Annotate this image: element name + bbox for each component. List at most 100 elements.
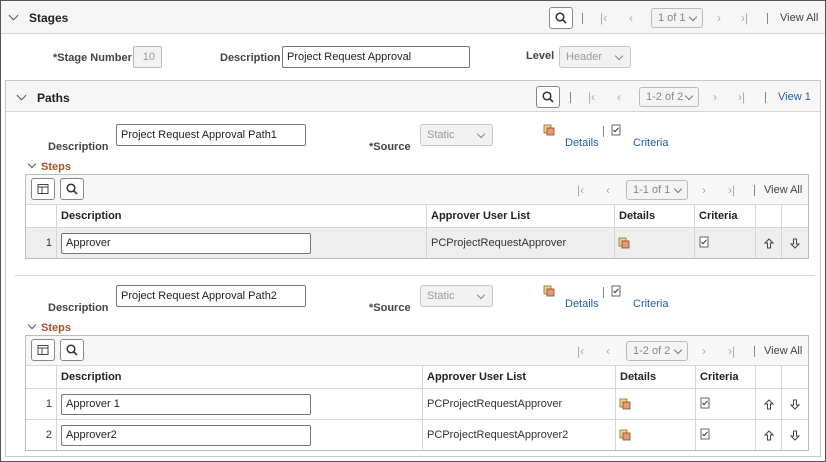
steps2-grid: |‹ ‹ 1-2 of 2 › ›| View All Description …	[25, 335, 809, 451]
next-icon[interactable]: ›	[713, 90, 717, 104]
paths-pager-select[interactable]: 1-2 of 2	[639, 87, 699, 107]
col-criteria: Criteria	[700, 371, 739, 383]
previous-icon[interactable]: ‹	[629, 11, 633, 25]
stage-description-label: Description	[220, 52, 281, 64]
level-select: Header	[559, 46, 631, 68]
stages-title: Stages	[29, 11, 69, 25]
steps2-view-all-link[interactable]: View All	[764, 345, 802, 357]
col-divider	[695, 366, 696, 450]
details-icon[interactable]	[618, 237, 630, 249]
col-divider	[56, 205, 57, 258]
last-page-icon[interactable]: ›|	[738, 90, 745, 104]
col-details: Details	[620, 371, 657, 383]
row-number: 2	[45, 429, 52, 441]
search-icon	[66, 183, 78, 195]
col-description: Description	[61, 371, 122, 383]
last-page-icon[interactable]: ›|	[741, 11, 748, 25]
approver-user-list-value: PCProjectRequestApprover2	[427, 429, 569, 441]
next-icon[interactable]: ›	[702, 344, 706, 358]
path1-details-link[interactable]: Details	[565, 137, 599, 149]
steps2-search-button[interactable]	[60, 339, 84, 361]
col-divider	[422, 366, 423, 450]
stage-number-label: *Stage Number	[53, 52, 132, 64]
level-label: Level	[526, 50, 555, 62]
col-divider	[614, 205, 615, 258]
last-page-icon[interactable]: ›|	[728, 344, 735, 358]
stages-view-all-link[interactable]: View All	[780, 12, 818, 24]
steps1-view-all-link[interactable]: View All	[764, 184, 802, 196]
col-approver-user-list: Approver User List	[427, 371, 527, 383]
steps1-search-button[interactable]	[60, 178, 84, 200]
path1-source-select: Static	[420, 124, 493, 146]
search-icon	[555, 12, 567, 24]
col-divider	[755, 205, 756, 258]
separator	[754, 346, 755, 357]
criteria-icon[interactable]	[698, 236, 710, 248]
first-page-icon[interactable]: |‹	[588, 90, 595, 104]
step-description-field[interactable]: Approver 1	[61, 394, 311, 415]
row-number: 1	[45, 237, 52, 249]
path2-source-select: Static	[420, 285, 493, 307]
details-icon[interactable]	[619, 429, 631, 441]
previous-icon[interactable]: ‹	[617, 90, 621, 104]
move-up-icon[interactable]	[764, 399, 774, 410]
separator	[570, 92, 571, 103]
path1-source-label: *Source	[369, 141, 411, 153]
paths-search-button[interactable]	[536, 86, 560, 108]
criteria-icon[interactable]	[699, 397, 711, 409]
path-divider	[15, 275, 815, 276]
table-row: 1 Approver 1 PCProjectRequestApprover	[26, 388, 808, 419]
path1-criteria-link[interactable]: Criteria	[633, 137, 668, 149]
criteria-icon[interactable]	[610, 124, 622, 136]
steps1-pager-select[interactable]: 1-1 of 1	[626, 180, 688, 200]
move-down-icon[interactable]	[790, 399, 800, 410]
stages-search-button[interactable]	[549, 7, 573, 29]
col-criteria: Criteria	[699, 210, 738, 222]
paths-view-link[interactable]: View 1	[778, 91, 811, 103]
steps1-personalize-button[interactable]	[31, 178, 55, 200]
path2-details-link[interactable]: Details	[565, 298, 599, 310]
next-icon[interactable]: ›	[717, 11, 721, 25]
move-up-icon[interactable]	[764, 238, 774, 249]
col-divider	[615, 366, 616, 450]
steps2-header-row: Description Approver User List Details C…	[26, 366, 808, 388]
criteria-icon[interactable]	[610, 285, 622, 297]
steps1-header-row: Description Approver User List Details C…	[26, 205, 808, 227]
first-page-icon[interactable]: |‹	[577, 183, 584, 197]
path1-description-field[interactable]: Project Request Approval Path1	[116, 124, 306, 146]
next-icon[interactable]: ›	[702, 183, 706, 197]
col-divider	[781, 205, 782, 258]
col-divider	[781, 366, 782, 450]
previous-icon[interactable]: ‹	[606, 183, 610, 197]
move-down-icon[interactable]	[790, 238, 800, 249]
col-divider	[694, 205, 695, 258]
details-icon[interactable]	[543, 285, 555, 297]
separator	[754, 185, 755, 196]
first-page-icon[interactable]: |‹	[600, 11, 607, 25]
path2-description-field[interactable]: Project Request Approval Path2	[116, 285, 306, 307]
previous-icon[interactable]: ‹	[606, 344, 610, 358]
details-icon[interactable]	[619, 398, 631, 410]
last-page-icon[interactable]: ›|	[728, 183, 735, 197]
path2-criteria-link[interactable]: Criteria	[633, 298, 668, 310]
grid-personalize-icon	[37, 184, 49, 194]
stages-pager-select[interactable]: 1 of 1	[651, 8, 703, 28]
steps2-pager-select[interactable]: 1-2 of 2	[626, 341, 688, 361]
details-icon[interactable]	[543, 124, 555, 136]
separator	[767, 13, 768, 24]
step-description-field[interactable]: Approver	[61, 233, 311, 254]
move-down-icon[interactable]	[790, 430, 800, 441]
search-icon	[542, 91, 554, 103]
steps2-personalize-button[interactable]	[31, 339, 55, 361]
move-up-icon[interactable]	[764, 430, 774, 441]
paths-title: Paths	[37, 91, 70, 105]
step-description-field[interactable]: Approver2	[61, 425, 311, 446]
separator	[765, 92, 766, 103]
first-page-icon[interactable]: |‹	[577, 344, 584, 358]
stage-description-field[interactable]: Project Request Approval	[282, 46, 470, 68]
col-divider	[755, 366, 756, 450]
col-divider	[56, 366, 57, 450]
separator	[603, 287, 604, 298]
criteria-icon[interactable]	[699, 428, 711, 440]
separator	[582, 13, 583, 24]
